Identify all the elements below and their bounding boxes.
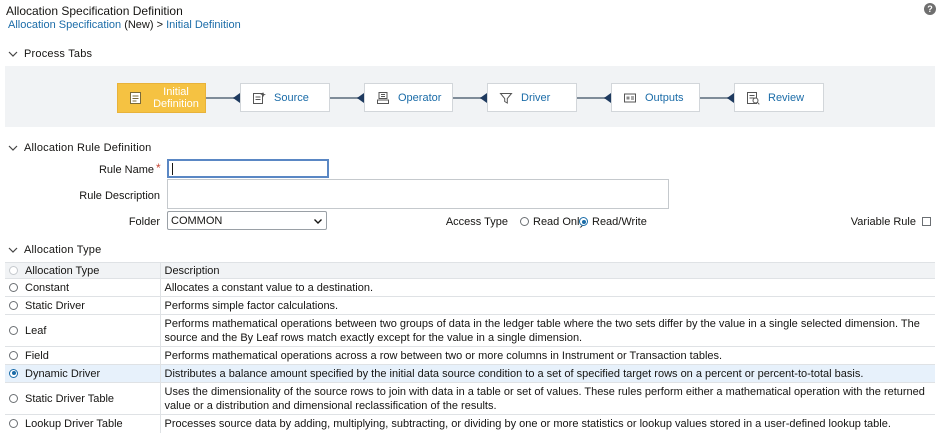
read-only-label: Read Only [533,216,585,228]
row-radio[interactable] [9,282,18,292]
rule-definition-header[interactable]: Allocation Rule Definition [8,142,152,154]
row-radio[interactable] [9,300,18,310]
select-all-radio [9,265,18,275]
step-label: Driver [521,91,551,104]
table-row-selected[interactable]: Dynamic Driver Distributes a balance amo… [5,364,935,383]
outputs-icon [624,93,636,102]
review-icon [747,91,760,105]
step-operator[interactable]: Operator [364,83,453,112]
breadcrumb-separator: > [156,19,164,31]
breadcrumb-state: (New) [124,19,154,31]
text-cursor [172,163,173,175]
row-description: Performs mathematical operations across … [160,346,935,365]
train-arrow-icon [480,93,487,103]
row-radio[interactable] [9,325,18,335]
folder-label: Folder [128,216,160,228]
train-arrow-icon [604,93,611,103]
read-write-label: Read/Write [592,216,647,228]
operator-icon [377,91,389,104]
column-header-allocation-type: Allocation Type [5,262,161,279]
allocation-type-table: Allocation Type Description Constant All… [5,262,935,433]
row-type: Static Driver [25,299,85,312]
table-row[interactable]: Constant Allocates a constant value to a… [5,278,935,297]
chevron-down-icon [8,247,18,253]
table-row[interactable]: Leaf Performs mathematical operations be… [5,314,935,347]
row-description: Performs mathematical operations between… [160,314,935,347]
step-source[interactable]: Source [240,83,330,112]
process-tabs-header[interactable]: Process Tabs [8,48,92,60]
process-tabs-title: Process Tabs [24,48,93,60]
row-type: Dynamic Driver [25,367,101,380]
table-row[interactable]: Static Driver Performs simple factor cal… [5,296,935,315]
table-row[interactable]: Static Driver Table Uses the dimensional… [5,382,935,415]
row-type: Static Driver Table [25,392,115,405]
row-type: Leaf [25,324,47,337]
source-icon [253,91,266,104]
step-driver[interactable]: Driver [487,83,577,112]
access-type-label: Access Type [445,216,508,228]
allocation-type-title: Allocation Type [24,244,102,256]
row-radio[interactable] [9,350,18,360]
folder-select[interactable]: COMMON [167,211,327,230]
allocation-type-header[interactable]: Allocation Type [8,244,101,256]
row-description: Allocates a constant value to a destinat… [160,278,935,297]
table-row[interactable]: Lookup Driver Table Processes source dat… [5,414,935,433]
step-outputs[interactable]: Outputs [611,83,700,112]
filter-icon [499,92,513,104]
row-radio[interactable] [9,368,18,378]
page-title: Allocation Specification Definition [6,4,183,18]
required-indicator: * [156,161,161,175]
step-label: Source [274,91,309,104]
step-initial-definition[interactable]: Initial Definition [117,83,206,113]
rule-name-label: Rule Name * [98,161,161,176]
breadcrumb: Allocation Specification (New) > Initial… [8,19,241,31]
train-arrow-icon [357,93,364,103]
row-description: Performs simple factor calculations. [160,296,935,315]
variable-rule-checkbox[interactable] [922,217,931,226]
help-icon[interactable]: ? [924,3,936,15]
chevron-down-icon [8,51,18,57]
variable-rule-label: Variable Rule [850,216,916,228]
chevron-down-icon [314,218,322,224]
folder-value: COMMON [171,214,223,227]
step-label: Review [768,91,805,104]
rule-description-input[interactable] [167,179,669,209]
column-header-description: Description [160,262,935,279]
row-description: Uses the dimensionality of the source ro… [160,382,935,415]
table-row[interactable]: Field Performs mathematical operations a… [5,346,935,365]
document-edit-icon [130,92,141,104]
row-description: Processes source data by adding, multipl… [160,414,935,433]
read-write-radio[interactable] [579,217,588,226]
table-header-row: Allocation Type Description [5,262,935,279]
step-label: Operator [398,91,442,104]
rule-name-input[interactable] [167,159,329,178]
step-label: Outputs [645,91,684,104]
row-type: Field [25,349,49,362]
row-radio[interactable] [9,418,18,428]
train-arrow-icon [233,93,240,103]
rule-description-label: Rule Description [79,190,160,202]
row-type: Lookup Driver Table [25,417,123,430]
step-label: Initial Definition [153,86,199,110]
row-type: Constant [25,281,70,294]
chevron-down-icon [8,145,18,151]
row-radio[interactable] [9,393,18,403]
rule-definition-title: Allocation Rule Definition [24,142,152,154]
breadcrumb-current-link[interactable]: Initial Definition [166,19,241,31]
step-review[interactable]: Review [734,83,824,112]
breadcrumb-root-link[interactable]: Allocation Specification [8,19,121,31]
read-only-radio[interactable] [520,217,529,226]
train-arrow-icon [727,93,734,103]
row-description: Distributes a balance amount specified b… [160,364,935,383]
